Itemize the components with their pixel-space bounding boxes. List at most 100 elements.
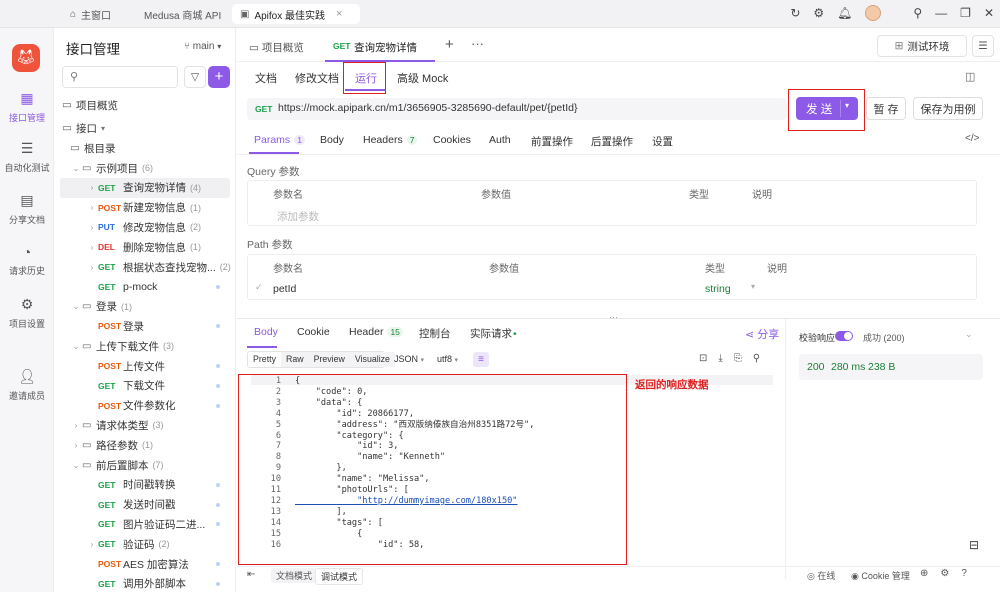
tree-api-item[interactable]: GET下载文件 [60, 376, 230, 396]
settings-icon[interactable]: ⚙ [940, 568, 949, 579]
response-tab[interactable]: Cookie [297, 326, 330, 338]
fullscreen-icon[interactable]: ⊡ [699, 353, 707, 364]
response-tab[interactable]: 实际请求• [470, 326, 517, 341]
tree-api-item[interactable]: GET时间戳转换 [60, 475, 230, 495]
refresh-icon[interactable]: ↻ [790, 6, 800, 20]
tree-api-item[interactable]: GET调用外部脚本 [60, 574, 230, 592]
close-window-icon[interactable]: ✕ [984, 6, 994, 20]
mode-tab-edit[interactable]: 修改文档 [295, 70, 339, 86]
tree-api-item[interactable]: ›PUT修改宠物信息(2) [60, 217, 230, 237]
tree-api-item[interactable]: ›GET验证码(2) [60, 534, 230, 554]
tree-api-item[interactable]: POST文件参数化 [60, 396, 230, 416]
sidebar-item-overview[interactable]: ▭ 项目概览 [54, 95, 236, 115]
tree-folder[interactable]: ⌄▭前后置脚本(7) [60, 455, 230, 475]
tree-api-item[interactable]: GETp-mock [60, 277, 230, 297]
nav-project-settings[interactable]: ⚙ 项目设置 [0, 296, 54, 330]
tree-api-item[interactable]: POST上传文件 [60, 356, 230, 376]
avatar[interactable] [865, 5, 881, 21]
close-tab-icon[interactable]: × [336, 8, 342, 20]
share-button[interactable]: ⋖ 分享 [745, 326, 779, 342]
format-select[interactable]: JSON ▾ [394, 354, 424, 364]
search-input[interactable]: ⚲ [62, 66, 178, 88]
request-tab[interactable]: 设置 [652, 134, 673, 149]
tree-folder[interactable]: ⌄▭上传下载文件(3) [60, 336, 230, 356]
request-tab[interactable]: Body [320, 134, 344, 146]
toggle-panel-icon[interactable]: ◫ [965, 70, 975, 83]
path-param-type[interactable]: string [705, 283, 731, 295]
code-icon[interactable]: </> [965, 133, 979, 144]
request-tab[interactable]: Headers7 [363, 134, 417, 146]
sidebar-item-root-dir[interactable]: ▭ 根目录 [54, 138, 236, 158]
mode-tab-mock[interactable]: 高级 Mock [397, 70, 448, 86]
bell-icon[interactable]: 🔔︎ [837, 6, 852, 20]
filter-button[interactable]: ▽ [184, 66, 206, 88]
nav-share-docs[interactable]: ▤ 分享文档 [0, 192, 54, 226]
path-param-name[interactable]: petId [273, 283, 296, 295]
chevron-down-icon[interactable]: ⌄ [965, 329, 973, 340]
resize-divider[interactable] [237, 318, 1000, 319]
nav-auto-test[interactable]: ☰ 自动化测试 [0, 140, 54, 174]
url-bar[interactable]: GET https://mock.apipark.cn/m1/3656905-3… [247, 98, 787, 120]
tree-api-item[interactable]: ›POST新建宠物信息(1) [60, 198, 230, 218]
more-tabs-button[interactable]: ··· [471, 36, 484, 51]
format-preview[interactable]: Preview [309, 352, 350, 367]
window-tab-medusa[interactable]: Medusa 商城 API [136, 4, 229, 24]
window-tab-apifox[interactable]: ▣ Apifox 最佳实践 × [232, 4, 360, 24]
online-status[interactable]: ◎ 在线 [807, 569, 835, 582]
format-raw[interactable]: Raw [281, 352, 309, 367]
request-method[interactable]: GET [255, 104, 272, 114]
tree-folder[interactable]: ⌄▭示例项目(6) [60, 158, 230, 178]
branch-selector[interactable]: ⑂ main ▾ [184, 41, 221, 52]
mode-tab-doc[interactable]: 文档 [255, 70, 277, 86]
nav-invite-members[interactable]: 👤︎ 邀请成员 [0, 368, 54, 402]
save-as-case-button[interactable]: 保存为用例 [913, 97, 983, 120]
format-visualize[interactable]: Visualize [350, 352, 395, 367]
maximize-icon[interactable]: ❐ [960, 6, 971, 20]
response-tab[interactable]: Body [254, 326, 278, 338]
tree-api-item[interactable]: GET发送时间戳 [60, 495, 230, 515]
encoding-select[interactable]: utf8 ▾ [437, 354, 458, 364]
response-tab[interactable]: Header15 [349, 326, 403, 338]
download-icon[interactable]: ⤓ [718, 353, 722, 364]
tree-folder[interactable]: ›▭路径参数(1) [60, 435, 230, 455]
nav-api-management[interactable]: ▦ 接口管理 [0, 90, 54, 124]
gear-icon[interactable]: ⚙ [813, 6, 824, 20]
tree-api-item[interactable]: POST登录 [60, 316, 230, 336]
tree-folder[interactable]: ⌄▭登录(1) [60, 297, 230, 317]
sidebar-item-api-root[interactable]: ▭ 接口 ▾ [54, 118, 236, 138]
add-button[interactable]: + [208, 66, 230, 88]
wrap-lines-icon[interactable]: ≡ [473, 352, 489, 367]
copy-icon[interactable]: ⎘ [734, 353, 742, 364]
help-icon[interactable]: ? [961, 568, 967, 579]
tree-folder[interactable]: ›▭请求体类型(3) [60, 415, 230, 435]
menu-button[interactable]: ☰ [972, 35, 994, 57]
window-tab-home[interactable]: ⌂ 主窗口 [62, 4, 119, 24]
tree-api-item[interactable]: GET图片验证码二进... [60, 514, 230, 534]
validate-response-toggle[interactable] [835, 331, 853, 341]
pin-icon[interactable]: ⚲ [913, 6, 922, 20]
url-input[interactable]: https://mock.apipark.cn/m1/3656905-32856… [278, 102, 577, 114]
request-tab[interactable]: 后置操作 [591, 134, 633, 149]
env-selector[interactable]: ⊞ 测试环境 [877, 35, 967, 57]
response-tab[interactable]: 控制台 [419, 326, 451, 341]
request-tab[interactable]: Cookies [433, 134, 471, 146]
layout-icon[interactable]: ⊟ [969, 538, 979, 552]
tab-overview[interactable]: ▭ 项目概览 [249, 40, 304, 55]
request-tab[interactable]: 前置操作 [531, 134, 573, 149]
debug-mode-button[interactable]: 调试模式 [315, 568, 363, 585]
cookie-manager[interactable]: ◉ Cookie 管理 [851, 569, 910, 582]
tree-api-item[interactable]: ›GET根据状态查找宠物...(2) [60, 257, 230, 277]
save-draft-button[interactable]: 暂 存 [866, 97, 906, 120]
tree-api-item[interactable]: ›DEL删除宠物信息(1) [60, 237, 230, 257]
collapse-icon[interactable]: ⇤ [247, 569, 255, 580]
doc-mode-button[interactable]: 文档模式 [271, 568, 317, 583]
minimize-icon[interactable]: — [935, 6, 947, 20]
request-tab[interactable]: Auth [489, 134, 511, 146]
nav-request-history[interactable]: ◔ 请求历史 [0, 244, 54, 277]
tab-active-api[interactable]: GET 查询宠物详情 [325, 34, 435, 62]
upload-icon[interactable]: ⊕ [920, 568, 928, 579]
add-param-input[interactable]: 添加参数 [277, 209, 319, 224]
format-pretty[interactable]: Pretty [248, 352, 281, 367]
drag-handle-icon[interactable]: ··· [609, 312, 618, 322]
request-tab[interactable]: Params1 [254, 134, 305, 146]
